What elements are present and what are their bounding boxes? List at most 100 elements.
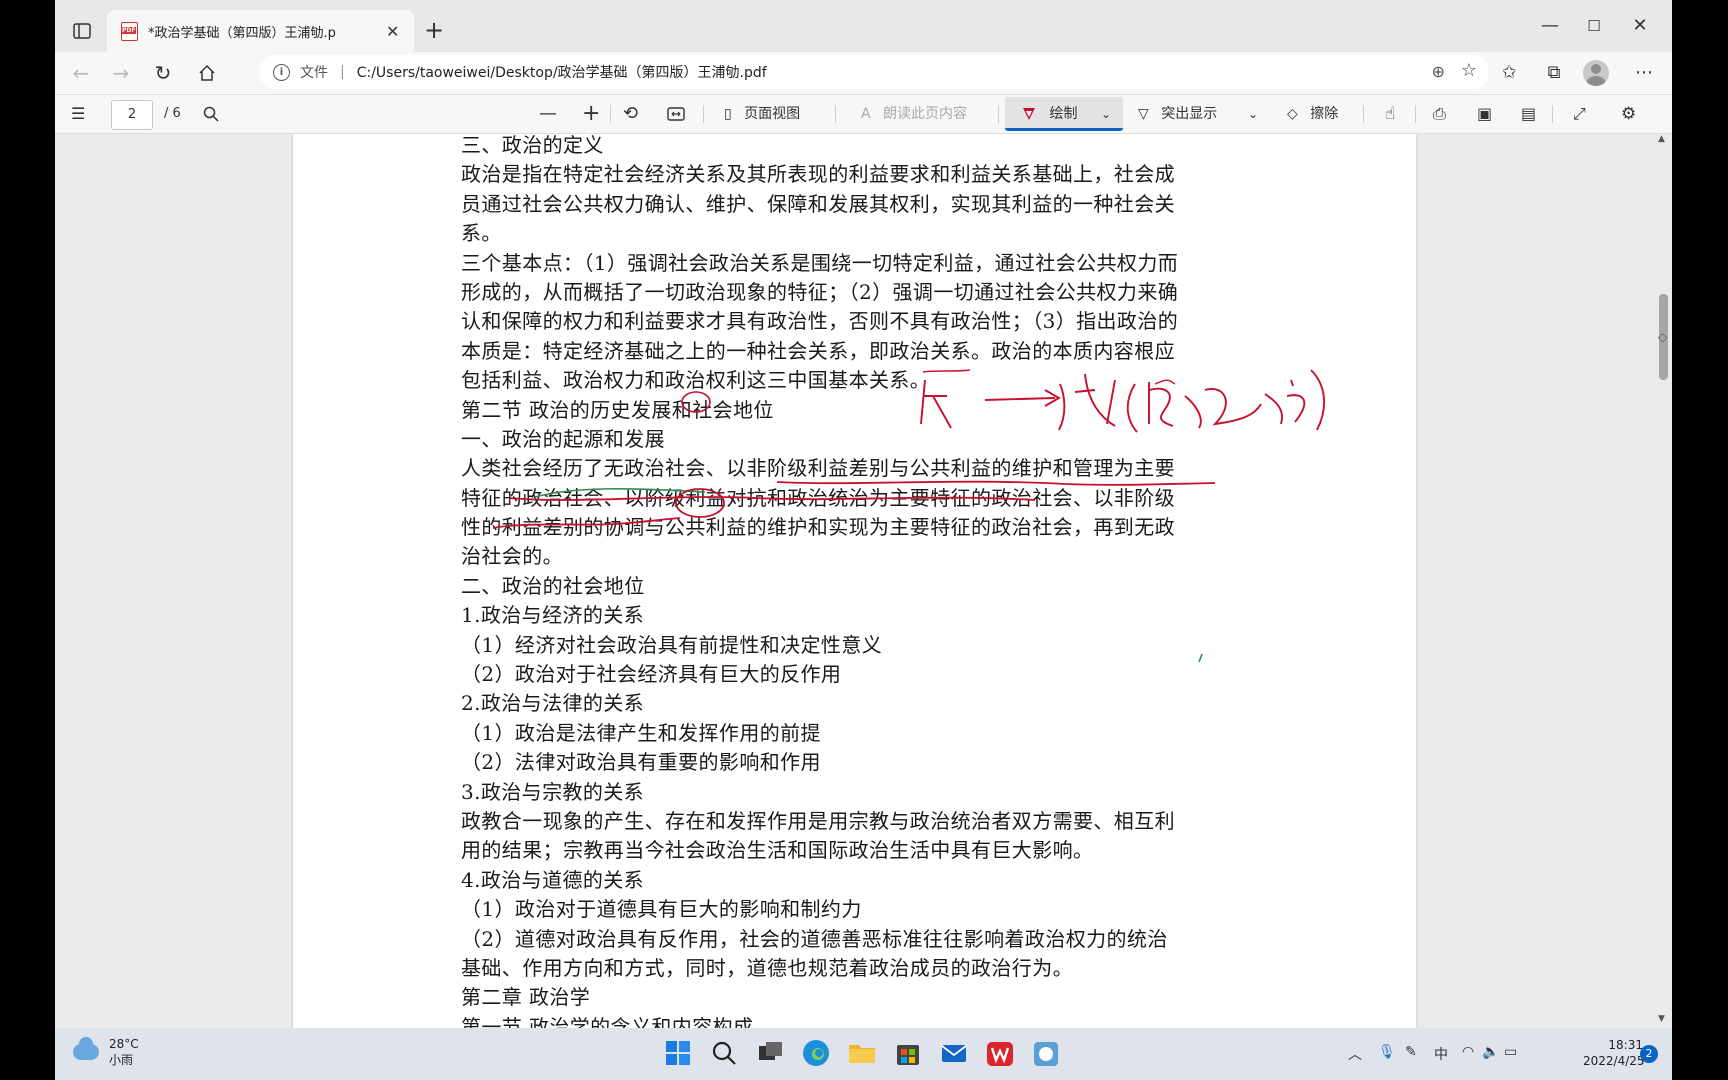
weather-temperature: 28°C — [109, 1037, 139, 1051]
draw-dropdown-icon[interactable]: ⌄ — [1101, 100, 1111, 128]
zoom-in-icon[interactable]: + — [582, 100, 600, 128]
draw-label: 绘制 — [1049, 106, 1078, 122]
collections-icon[interactable]: ⧉ — [1539, 58, 1569, 88]
text-line: （2）法律对政治具有重要的影响和作用 — [461, 750, 821, 775]
text-line: 2.政治与法律的关系 — [461, 691, 645, 716]
read-aloud-button[interactable]: A 朗读此页内容 — [861, 100, 967, 128]
start-icon[interactable] — [661, 1036, 695, 1070]
notification-badge[interactable]: 2 — [1640, 1045, 1658, 1063]
text-line: 第一节 政治学的含义和内容构成 — [461, 1014, 754, 1028]
zoom-icon[interactable]: ⊕ — [1432, 62, 1445, 81]
back-button[interactable]: ← — [65, 58, 97, 88]
save-icon[interactable]: ▣ — [1477, 100, 1492, 128]
forward-button[interactable]: → — [105, 58, 137, 88]
weather-condition: 小雨 — [109, 1053, 134, 1067]
url-separator: | — [340, 64, 345, 80]
refresh-button[interactable]: ↻ — [147, 58, 179, 88]
rotate-icon[interactable]: ⟲ — [623, 100, 638, 128]
app-icon[interactable] — [1029, 1036, 1063, 1070]
text-line: （1）经济对社会政治具有前提性和决定性意义 — [461, 632, 883, 657]
text-line: 形成的，从而概括了一切政治现象的特征；（2）强调一切通过社会公共权力来确 — [461, 279, 1179, 304]
text-line: 政治是指在特定社会经济关系及其所表现的利益要求和利益关系基础上，社会成 — [461, 162, 1175, 187]
clock-time: 18:31 — [1608, 1038, 1643, 1052]
contents-icon[interactable]: ☰ — [71, 100, 85, 128]
erase-button[interactable]: ◇ 擦除 — [1287, 100, 1338, 128]
fit-width-icon[interactable] — [667, 100, 685, 128]
fullscreen-icon[interactable]: ⤢ — [1573, 100, 1586, 128]
maximize-button[interactable]: ☐ — [1579, 14, 1609, 38]
close-tab-icon[interactable]: ✕ — [386, 22, 399, 41]
pdf-viewport[interactable]: 三、政治的定义政治是指在特定社会经济关系及其所表现的利益要求和利益关系基础上，社… — [55, 134, 1655, 1028]
add-favorite-icon[interactable]: ☆ — [1461, 60, 1477, 81]
save-as-icon[interactable]: ▤ — [1521, 100, 1536, 128]
minimize-button[interactable]: — — [1535, 14, 1565, 38]
scroll-up-icon[interactable]: ▲ — [1658, 134, 1665, 144]
toolbar-separator — [1363, 105, 1364, 123]
text-line: （1）政治是法律产生和发挥作用的前提 — [461, 720, 821, 745]
close-window-button[interactable]: ✕ — [1625, 14, 1655, 38]
tab-bar: *政治学基础（第四版）王浦劬.p ✕ + — ☐ ✕ — [55, 0, 1672, 52]
page-total: / 6 — [164, 106, 181, 121]
pen-icon — [1023, 108, 1035, 120]
address-bar[interactable]: i 文件 | C:/Users/taoweiwei/Desktop/政治学基础（… — [259, 55, 1489, 89]
wifi-icon[interactable]: ◠ — [1462, 1044, 1474, 1060]
weather-widget[interactable]: 28°C 小雨 — [73, 1036, 139, 1068]
erase-label: 擦除 — [1310, 106, 1339, 122]
text-line: 第二节 政治的历史发展和社会地位 — [461, 397, 774, 422]
favorites-icon[interactable]: ✩ — [1494, 58, 1524, 88]
eraser-icon: ◇ — [1287, 106, 1298, 122]
file-explorer-icon[interactable] — [845, 1036, 879, 1070]
highlight-dropdown-icon[interactable]: ⌄ — [1248, 100, 1258, 128]
wps-icon[interactable] — [983, 1036, 1017, 1070]
toolbar-separator — [610, 105, 611, 123]
zoom-out-icon[interactable]: — — [539, 100, 557, 128]
microphone-icon[interactable]: 🎙 — [1378, 1044, 1396, 1060]
text-line: 二、政治的社会地位 — [461, 573, 645, 598]
vertical-scrollbar[interactable]: ▲ ▼ — [1655, 134, 1672, 1028]
highlight-button[interactable]: ▽ 突出显示 — [1138, 100, 1217, 128]
text-line: 基础、作用方向和方式，同时，道德也规范着政治成员的政治行为。 — [461, 955, 1073, 980]
url-text[interactable]: C:/Users/taoweiwei/Desktop/政治学基础（第四版）王浦劬… — [357, 62, 767, 82]
search-icon[interactable] — [203, 100, 219, 128]
text-line: 1.政治与经济的关系 — [461, 603, 645, 628]
mail-icon[interactable] — [937, 1036, 971, 1070]
touch-write-icon[interactable]: ☝ — [1385, 100, 1395, 128]
scroll-down-icon[interactable]: ▼ — [1658, 1014, 1665, 1024]
more-menu-icon[interactable]: ⋯ — [1629, 58, 1659, 88]
new-tab-button[interactable]: + — [419, 16, 449, 46]
text-line: 第二章 政治学 — [461, 985, 591, 1010]
info-icon[interactable]: i — [273, 63, 290, 81]
home-button[interactable] — [191, 58, 223, 88]
text-line: 三个基本点：（1）强调社会政治关系是围绕一切特定利益，通过社会公共权力而 — [461, 250, 1179, 275]
search-taskbar-icon[interactable] — [707, 1036, 741, 1070]
highlight-icon: ▽ — [1138, 106, 1149, 122]
volume-icon[interactable]: 🔈 — [1482, 1044, 1499, 1060]
profile-avatar[interactable] — [1583, 60, 1609, 86]
text-line: 特征的政治社会、以阶级利益对抗和政治统治为主要特征的政治社会、以非阶级 — [461, 485, 1175, 510]
toolbar-handle-icon[interactable]: ◇ — [1658, 330, 1667, 344]
draw-button[interactable]: 绘制 — [1021, 100, 1077, 128]
text-line: 包括利益、政治权力和政治权利这三中国基本关系。 — [461, 368, 931, 393]
task-view-icon[interactable] — [753, 1036, 787, 1070]
page-view-button[interactable]: ▯ 页面视图 — [724, 100, 800, 128]
text-line: 3.政治与宗教的关系 — [461, 779, 645, 804]
battery-icon[interactable]: ▭ — [1504, 1044, 1517, 1060]
highlight-label: 突出显示 — [1161, 106, 1218, 122]
tab-active[interactable]: *政治学基础（第四版）王浦劬.p ✕ — [107, 10, 414, 52]
taskbar: 28°C 小雨 ︿ 🎙 ✎ 中 ◠ 🔈 ▭ 18:31 2022/4/25 2 — [55, 1028, 1672, 1080]
print-icon[interactable]: ⎙ — [1433, 100, 1446, 128]
show-hidden-icons[interactable]: ︿ — [1348, 1044, 1362, 1064]
text-line: 三、政治的定义 — [461, 134, 604, 157]
clock[interactable]: 18:31 2022/4/25 — [1583, 1037, 1645, 1069]
read-aloud-icon: A — [861, 106, 871, 122]
toolbar-separator — [835, 105, 836, 123]
browser-window: *政治学基础（第四版）王浦劬.p ✕ + — ☐ ✕ ← → ↻ i 文件 | … — [55, 0, 1672, 1028]
page-number-input[interactable]: 2 — [111, 100, 153, 130]
ime-indicator[interactable]: 中 — [1434, 1044, 1448, 1064]
pen-menu-icon[interactable]: ✎ — [1405, 1044, 1417, 1060]
edge-icon[interactable] — [799, 1036, 833, 1070]
store-icon[interactable] — [891, 1036, 925, 1070]
settings-gear-icon[interactable]: ⚙ — [1621, 100, 1636, 128]
toolbar-separator — [703, 105, 704, 123]
tab-actions-icon[interactable] — [67, 16, 97, 46]
